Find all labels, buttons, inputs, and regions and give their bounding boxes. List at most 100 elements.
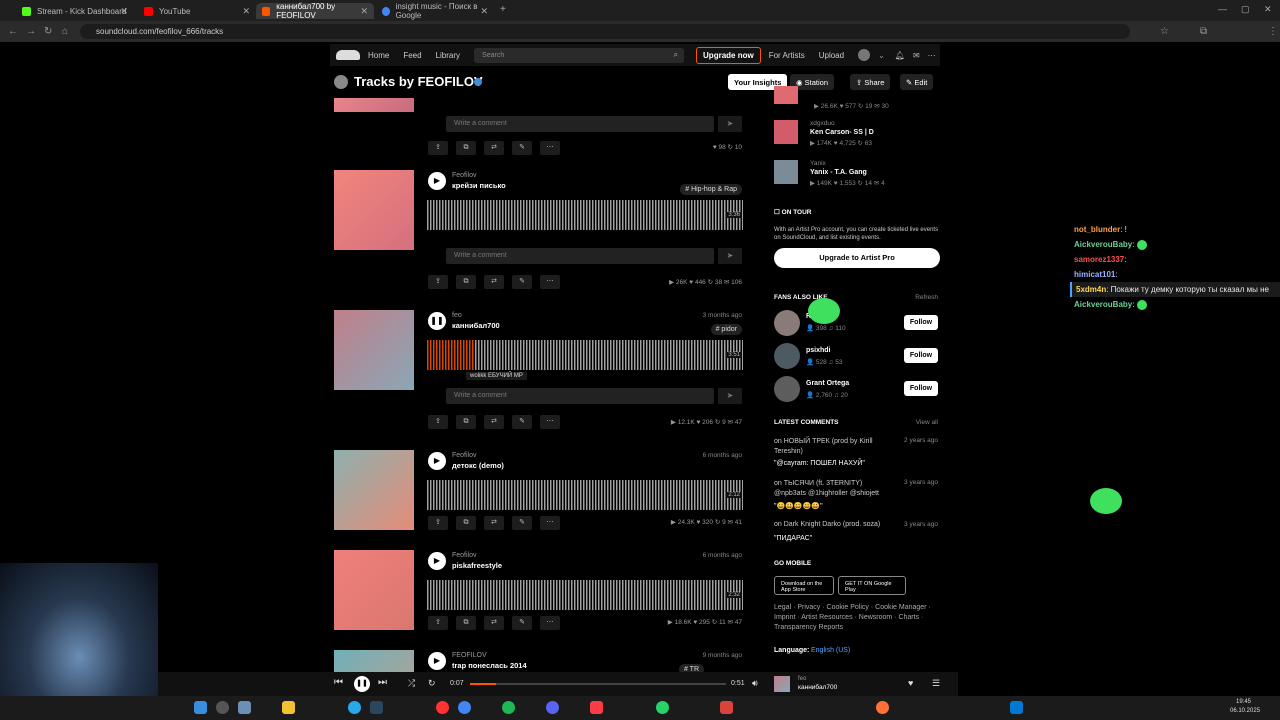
spotify-icon[interactable]	[502, 701, 515, 714]
view-all-link[interactable]: View all	[916, 419, 938, 426]
queue-icon[interactable]: ☰	[932, 678, 940, 689]
comment-track[interactable]: on ТЫСЯЧИ (ft. 3TERNITY) @npb3ats @1high…	[774, 479, 894, 499]
track-title[interactable]: детокс (demo)	[452, 461, 504, 470]
now-playing-thumb[interactable]	[774, 676, 790, 692]
task-view-icon[interactable]	[238, 701, 251, 714]
repeat-icon[interactable]: ↻	[428, 678, 436, 689]
waveform[interactable]	[427, 480, 743, 510]
extensions-icon[interactable]: ⧉	[1200, 26, 1207, 37]
follow-button[interactable]: Follow	[904, 348, 938, 363]
related-track[interactable]: Yanix Yanix - T.A. Gang ▶ 149K ♥ 1,553 ↻…	[774, 160, 942, 190]
maximize-icon[interactable]: ▢	[1241, 4, 1250, 15]
play-button[interactable]: ▶	[428, 172, 446, 190]
edit-icon[interactable]: ✎	[512, 516, 532, 530]
edit-icon[interactable]: ✎	[512, 616, 532, 630]
now-playing-title[interactable]: каннибал700	[798, 684, 837, 691]
waveform[interactable]	[427, 340, 743, 370]
copy-link-icon[interactable]: ⧉	[456, 616, 476, 630]
more-icon[interactable]: ⋯	[540, 275, 560, 289]
track-tag[interactable]: # TR	[678, 664, 704, 672]
track-title[interactable]: каннибал700	[452, 321, 500, 330]
share-icon[interactable]: ⇪	[428, 616, 448, 630]
copy-link-icon[interactable]: ⧉	[456, 141, 476, 155]
more-icon[interactable]: ⋯	[928, 51, 936, 60]
whatsapp-icon[interactable]	[656, 701, 669, 714]
back-icon[interactable]: ←	[8, 26, 18, 37]
track-title[interactable]: trap понеслась 2014	[452, 661, 527, 670]
close-icon[interactable]: ✕	[480, 6, 488, 17]
tab-kick-dashboard[interactable]: Stream - Kick Dashboard ✕	[16, 3, 134, 19]
track-tag[interactable]: # pidor	[710, 324, 742, 335]
close-icon[interactable]: ✕	[242, 6, 250, 17]
close-icon[interactable]: ✕	[360, 6, 368, 17]
play-button[interactable]: ▶	[428, 552, 446, 570]
edit-button[interactable]: ✎ Edit	[900, 74, 934, 90]
copy-link-icon[interactable]: ⧉	[456, 415, 476, 429]
copy-link-icon[interactable]: ⧉	[456, 275, 476, 289]
close-window-icon[interactable]: ✕	[1264, 4, 1272, 15]
related-title[interactable]: Ken Carson- SS | D	[810, 129, 874, 136]
messages-icon[interactable]: ✉︎	[913, 51, 920, 60]
share-icon[interactable]: ⇪	[428, 415, 448, 429]
more-icon[interactable]: ⋯	[540, 141, 560, 155]
for-artists-link[interactable]: For Artists	[769, 51, 805, 60]
next-icon[interactable]: ⏭	[378, 677, 387, 688]
chrome-icon[interactable]	[458, 701, 471, 714]
track-cover[interactable]	[334, 98, 414, 112]
related-track[interactable]: ▶ 26.6K ♥ 577 ↻ 19 ✉ 30	[774, 86, 942, 110]
related-track[interactable]: xdgxduo Ken Carson- SS | D ▶ 174K ♥ 4,72…	[774, 120, 942, 150]
comment-input[interactable]: Write a comment	[446, 116, 714, 132]
new-tab-icon[interactable]: +	[500, 4, 506, 15]
repost-icon[interactable]: ⇄	[484, 275, 504, 289]
pause-button[interactable]: ❚❚	[428, 312, 446, 330]
edit-icon[interactable]: ✎	[512, 275, 532, 289]
related-thumb[interactable]	[774, 120, 798, 144]
tab-youtube[interactable]: YouTube ✕	[138, 3, 256, 19]
track-artist[interactable]: feo	[452, 312, 462, 319]
comment-input[interactable]: Write a comment	[446, 388, 714, 404]
more-icon[interactable]: ⋯	[540, 616, 560, 630]
related-artist[interactable]: Yanix	[810, 160, 826, 167]
share-icon[interactable]: ⇪	[428, 275, 448, 289]
upgrade-artist-pro-button[interactable]: Upgrade to Artist Pro	[774, 248, 940, 268]
google-play-button[interactable]: GET IT ON Google Play	[838, 576, 906, 595]
send-icon[interactable]: ➤	[718, 248, 742, 264]
copy-link-icon[interactable]: ⧉	[456, 516, 476, 530]
app-icon[interactable]	[720, 701, 733, 714]
follow-button[interactable]: Follow	[904, 381, 938, 396]
steam-icon[interactable]	[370, 701, 383, 714]
like-icon[interactable]: ♥	[908, 678, 913, 688]
share-icon[interactable]: ⇪	[428, 516, 448, 530]
comment-track[interactable]: on НОВЫЙ ТРЕК (prod by Kirill Tereshin)	[774, 437, 894, 457]
share-icon[interactable]: ⇪	[428, 141, 448, 155]
waveform[interactable]	[427, 200, 743, 230]
search-icon[interactable]	[216, 701, 229, 714]
footer-links[interactable]: Imprint · Artist Resources · Newsroom · …	[774, 614, 923, 621]
track-artist[interactable]: Feofilov	[452, 172, 477, 179]
refresh-link[interactable]: Refresh	[915, 294, 938, 301]
track-cover[interactable]	[334, 550, 414, 630]
related-title[interactable]: Yanix - T.A. Gang	[810, 169, 867, 176]
firefox-icon[interactable]	[876, 701, 889, 714]
file-explorer-icon[interactable]	[282, 701, 295, 714]
repost-icon[interactable]: ⇄	[484, 415, 504, 429]
follow-button[interactable]: Follow	[904, 315, 938, 330]
progress-track[interactable]	[470, 683, 726, 685]
comment-input[interactable]: Write a comment	[446, 248, 714, 264]
footer-links[interactable]: Transparency Reports	[774, 624, 843, 631]
reload-icon[interactable]: ↻	[44, 26, 52, 37]
related-thumb[interactable]	[774, 86, 798, 104]
volume-icon[interactable]: 🔊︎	[752, 678, 758, 689]
language-link[interactable]: English (US)	[811, 647, 850, 654]
url-field[interactable]: soundcloud.com/feofilov_666/tracks	[80, 24, 1130, 39]
telegram-icon[interactable]	[348, 701, 361, 714]
avatar[interactable]	[774, 343, 800, 369]
menu-icon[interactable]: ⋮	[1268, 26, 1278, 37]
track-cover[interactable]	[334, 170, 414, 250]
upload-link[interactable]: Upload	[819, 51, 844, 60]
yandex-icon[interactable]	[436, 701, 449, 714]
send-icon[interactable]: ➤	[718, 116, 742, 132]
windows-start-icon[interactable]	[194, 701, 207, 714]
avatar[interactable]	[774, 310, 800, 336]
repost-icon[interactable]: ⇄	[484, 616, 504, 630]
